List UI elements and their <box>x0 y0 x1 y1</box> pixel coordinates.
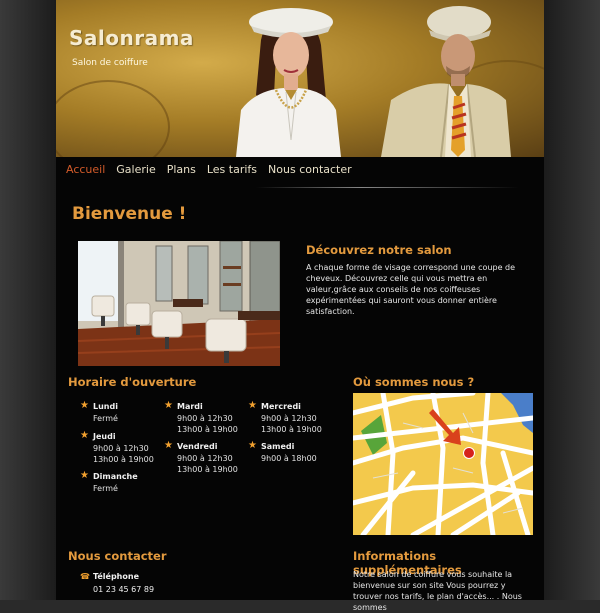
location-map[interactable] <box>353 393 533 535</box>
where-title: Où sommes nous ? <box>353 375 475 389</box>
nav-plans[interactable]: Plans <box>167 163 196 181</box>
day-block: ★ Mercredi 9h00 à 12h30 13h00 à 19h00 <box>248 401 328 435</box>
discover-text: A chaque forme de visage correspond une … <box>306 263 516 316</box>
site-subtitle: Salon de coiffure <box>72 58 148 68</box>
star-icon: ★ <box>164 400 173 411</box>
day-block: ★ Mardi 9h00 à 12h30 13h00 à 19h00 <box>164 401 244 435</box>
day-time: 13h00 à 19h00 <box>93 455 154 464</box>
day-time: 9h00 à 12h30 <box>261 414 317 423</box>
day-block: ★ Lundi Fermé <box>80 401 160 424</box>
hours-title: Horaire d'ouverture <box>68 375 197 389</box>
main-nav: Accueil Galerie Plans Les tarifs Nous co… <box>66 163 363 181</box>
day-name: Jeudi <box>93 431 116 441</box>
hero-man-image <box>381 6 511 157</box>
nav-contact[interactable]: Nous contacter <box>268 163 352 181</box>
phone-row: ☎ Téléphone <box>80 572 139 581</box>
page-left-edge <box>0 0 56 600</box>
day-block: ★ Samedi 9h00 à 18h00 <box>248 441 328 464</box>
discover-title: Découvrez notre salon <box>306 243 452 257</box>
day-name: Lundi <box>93 401 118 411</box>
day-time: Fermé <box>93 484 118 493</box>
nav-tarifs[interactable]: Les tarifs <box>207 163 257 181</box>
day-block: ★ Vendredi 9h00 à 12h30 13h00 à 19h00 <box>164 441 244 475</box>
salon-photo <box>78 241 280 366</box>
day-time: 9h00 à 12h30 <box>177 414 233 423</box>
hours-column-2: ★ Mardi 9h00 à 12h30 13h00 à 19h00 ★ Vendr… <box>164 401 244 481</box>
star-icon: ★ <box>164 440 173 451</box>
hero-woman-image <box>236 8 341 157</box>
star-icon: ★ <box>80 470 89 481</box>
page-right-edge <box>544 0 600 600</box>
nav-galerie[interactable]: Galerie <box>116 163 155 181</box>
day-time: 13h00 à 19h00 <box>177 465 238 474</box>
site-title: Salonrama <box>69 26 194 50</box>
star-icon: ★ <box>80 400 89 411</box>
day-time: 9h00 à 12h30 <box>177 454 233 463</box>
phone-label: Téléphone <box>92 572 139 581</box>
day-name: Mercredi <box>261 401 301 411</box>
day-name: Vendredi <box>177 441 218 451</box>
header-banner: Salonrama Salon de coiffure <box>56 0 544 157</box>
day-block: ★ Jeudi 9h00 à 12h30 13h00 à 19h00 <box>80 431 160 465</box>
day-time: 13h00 à 19h00 <box>261 425 322 434</box>
hours-column-3: ★ Mercredi 9h00 à 12h30 13h00 à 19h00 ★ Sa… <box>248 401 328 470</box>
day-time: 13h00 à 19h00 <box>177 425 238 434</box>
day-time: 9h00 à 18h00 <box>261 454 317 463</box>
day-block: ★ Dimanche Fermé <box>80 471 160 494</box>
star-icon: ★ <box>248 440 257 451</box>
page-container: Salonrama Salon de coiffure Accueil Gale… <box>56 0 544 612</box>
star-icon: ★ <box>80 430 89 441</box>
contact-title: Nous contacter <box>68 549 167 563</box>
info-text: Notre salon de coiffure vous souhaite la… <box>353 570 522 612</box>
day-name: Mardi <box>177 401 203 411</box>
phone-icon: ☎ <box>80 572 90 581</box>
day-time: Fermé <box>93 414 118 423</box>
day-time: 9h00 à 12h30 <box>93 444 149 453</box>
phone-number[interactable]: 01 23 45 67 89 <box>93 585 154 594</box>
day-name: Dimanche <box>93 471 138 481</box>
welcome-heading: Bienvenue ! <box>72 204 187 224</box>
nav-accueil[interactable]: Accueil <box>66 163 105 181</box>
star-icon: ★ <box>248 400 257 411</box>
day-name: Samedi <box>261 441 295 451</box>
decorative-swirl <box>56 80 170 157</box>
nav-divider <box>256 187 519 188</box>
hours-column-1: ★ Lundi Fermé ★ Jeudi 9h00 à 12h30 13h00 à… <box>80 401 160 500</box>
